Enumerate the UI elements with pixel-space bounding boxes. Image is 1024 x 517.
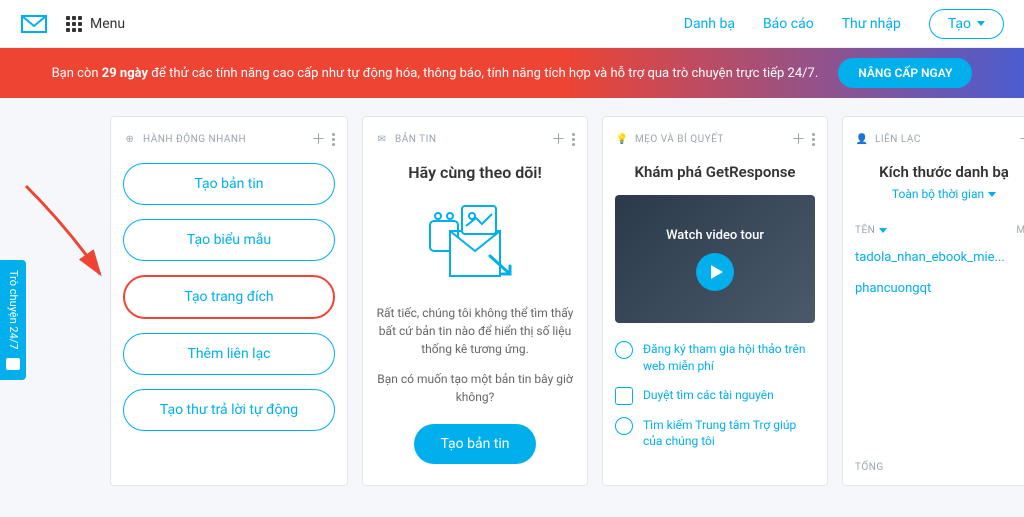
add-widget-icon[interactable]: ＋	[552, 129, 567, 149]
help-center-link[interactable]: Tìm kiếm Trung tâm Trợ giúp của chúng tô…	[615, 417, 815, 451]
webinar-link[interactable]: Đăng ký tham gia hội thảo trên web miễn …	[615, 341, 815, 375]
menu-button[interactable]: Menu	[66, 16, 125, 32]
lightbulb-icon: 💡	[615, 132, 629, 146]
more-icon[interactable]	[332, 133, 335, 146]
upgrade-button[interactable]: NÂNG CẤP NGAY	[838, 58, 972, 88]
apps-icon	[66, 16, 82, 32]
webinar-icon	[615, 341, 633, 359]
add-widget-icon[interactable]: ＋	[792, 129, 807, 149]
resources-icon	[615, 387, 633, 405]
person-icon: 👤	[855, 132, 869, 146]
video-label: Watch video tour	[666, 228, 764, 243]
link-label: Đăng ký tham gia hội thảo trên web miễn …	[643, 341, 815, 375]
create-landing-page-button[interactable]: Tạo trang đích	[123, 275, 335, 319]
contacts-card: 👤 LIÊN LẠC ＋ Kích thước danh bạ Toàn bộ …	[842, 116, 1024, 486]
nav-reports[interactable]: Báo cáo	[763, 16, 814, 32]
more-icon[interactable]	[572, 133, 575, 146]
add-contact-button[interactable]: Thêm liên lạc	[123, 333, 335, 375]
nav-import[interactable]: Thư nhập	[842, 16, 901, 32]
contacts-title: LIÊN LẠC	[875, 134, 921, 145]
create-button[interactable]: Tạo	[929, 9, 1004, 39]
time-label: Toàn bộ thời gian	[892, 187, 984, 201]
newsletter-heading: Hãy cùng theo dõi!	[375, 163, 575, 182]
upgrade-banner: Bạn còn 29 ngày để thử các tính năng cao…	[0, 48, 1024, 98]
tips-heading: Khám phá GetResponse	[615, 163, 815, 181]
resources-link[interactable]: Duyệt tìm các tài nguyên	[615, 387, 815, 405]
contact-list-row[interactable]: tadola_nhan_ebook_mie...	[855, 250, 1024, 265]
create-label: Tạo	[948, 16, 971, 32]
contacts-heading: Kích thước danh bạ	[855, 163, 1024, 181]
play-icon	[696, 253, 734, 291]
menu-label: Menu	[90, 16, 125, 32]
mail-logo	[20, 14, 48, 34]
col-name[interactable]: TÊN	[855, 225, 1016, 236]
chevron-down-icon	[977, 21, 985, 26]
create-newsletter-button[interactable]: Tạo bản tin	[123, 163, 335, 205]
newsletter-prompt: Bạn có muốn tạo một bản tin bây giờ khôn…	[375, 370, 575, 406]
more-icon[interactable]	[812, 133, 815, 146]
link-label: Tìm kiếm Trung tâm Trợ giúp của chúng tô…	[643, 417, 815, 451]
chat-icon	[6, 358, 20, 370]
time-filter[interactable]: Toàn bộ thời gian	[855, 187, 1024, 201]
quick-actions-title: HÀNH ĐỘNG NHANH	[143, 134, 246, 145]
newsletter-card: ✉ BẢN TIN ＋ Hãy cùng theo dõi! Rất tiếc,…	[362, 116, 588, 486]
newsletter-title: BẢN TIN	[395, 134, 437, 145]
add-widget-icon[interactable]: ＋	[1019, 129, 1024, 149]
plus-circle-icon: ⊕	[123, 132, 137, 146]
newsletter-cta-button[interactable]: Tạo bản tin	[414, 424, 535, 464]
contact-list-row[interactable]: phancuongqt	[855, 281, 1024, 296]
chevron-down-icon	[988, 192, 996, 197]
video-tour-thumbnail[interactable]: Watch video tour	[615, 195, 815, 323]
chevron-down-icon	[879, 228, 887, 233]
tips-card: 💡 MẸO VÀ BÍ QUYẾT ＋ Khám phá GetResponse…	[602, 116, 828, 486]
create-autoresponder-button[interactable]: Tạo thư trả lời tự động	[123, 389, 335, 431]
envelope-icon: ✉	[375, 132, 389, 146]
banner-text: Bạn còn 29 ngày để thử các tính năng cao…	[52, 66, 819, 81]
chat-label: Trò chuyện 24/7	[7, 270, 20, 350]
newsletter-empty-text: Rất tiếc, chúng tôi không thể tìm thấy b…	[375, 304, 575, 358]
add-widget-icon[interactable]: ＋	[312, 129, 327, 149]
quick-actions-card: ⊕ HÀNH ĐỘNG NHANH ＋ Tạo bản tin Tạo biểu…	[110, 116, 348, 486]
create-form-button[interactable]: Tạo biểu mẫu	[123, 219, 335, 261]
contacts-total-label: TỔNG	[855, 462, 1024, 473]
tips-title: MẸO VÀ BÍ QUYẾT	[635, 134, 724, 145]
chat-tab[interactable]: Trò chuyện 24/7	[0, 260, 26, 380]
help-icon	[615, 417, 633, 435]
link-label: Duyệt tìm các tài nguyên	[643, 387, 774, 404]
col-size: MÔ	[1016, 225, 1024, 236]
nav-contacts[interactable]: Danh bạ	[684, 16, 735, 32]
envelope-illustration	[375, 196, 575, 286]
